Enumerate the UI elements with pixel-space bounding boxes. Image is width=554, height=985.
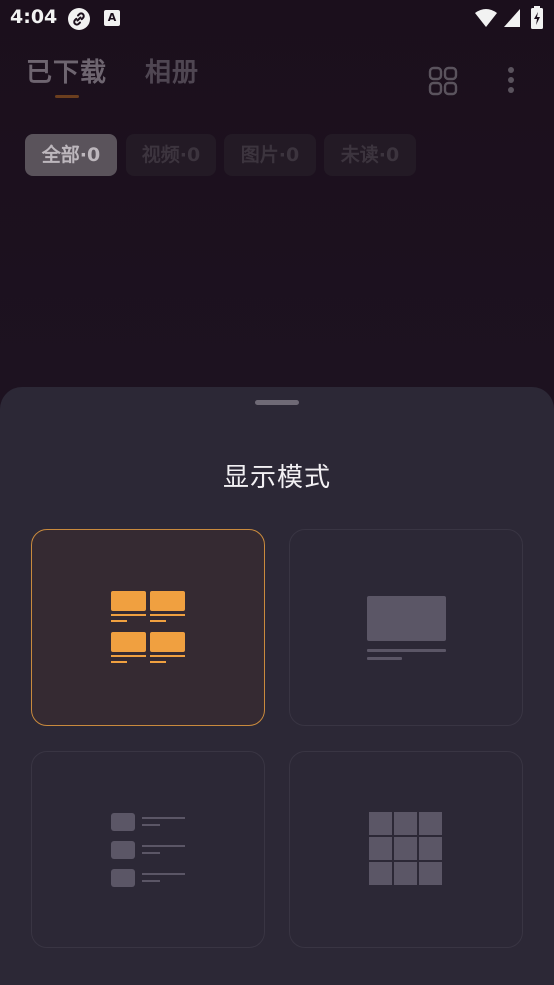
tab-downloaded[interactable]: 已下载 bbox=[26, 52, 107, 89]
sheet-title: 显示模式 bbox=[222, 463, 331, 493]
list-icon bbox=[111, 813, 185, 887]
a-icon-letter: A bbox=[107, 11, 117, 24]
sheet-drag-handle[interactable] bbox=[255, 400, 299, 405]
active-tab-indicator bbox=[55, 95, 79, 98]
status-time: 4:04 bbox=[10, 6, 58, 28]
wifi-icon bbox=[475, 9, 497, 27]
filter-chip-video[interactable]: 视频·0 bbox=[126, 134, 216, 176]
a-icon: A bbox=[104, 10, 120, 26]
mode-option-list[interactable] bbox=[31, 751, 265, 948]
three-column-grid-icon bbox=[369, 812, 442, 885]
single-large-icon bbox=[367, 596, 446, 660]
more-icon[interactable] bbox=[505, 66, 517, 96]
battery-icon bbox=[531, 6, 543, 29]
status-bar: 4:04 A bbox=[0, 0, 554, 36]
filter-chip-all[interactable]: 全部·0 bbox=[25, 134, 117, 176]
mode-option-two-column-grid[interactable] bbox=[31, 529, 265, 726]
mode-option-single-large[interactable] bbox=[289, 529, 523, 726]
mode-option-three-column-grid[interactable] bbox=[289, 751, 523, 948]
display-mode-sheet: 显示模式 bbox=[0, 387, 554, 985]
filter-chip-unread[interactable]: 未读·0 bbox=[324, 134, 416, 176]
link-icon bbox=[68, 8, 90, 30]
tab-album[interactable]: 相册 bbox=[145, 52, 199, 89]
signal-icon bbox=[504, 9, 520, 27]
filter-chip-image[interactable]: 图片·0 bbox=[224, 134, 316, 176]
two-column-grid-icon bbox=[111, 591, 185, 663]
grid-view-icon[interactable] bbox=[428, 66, 458, 96]
